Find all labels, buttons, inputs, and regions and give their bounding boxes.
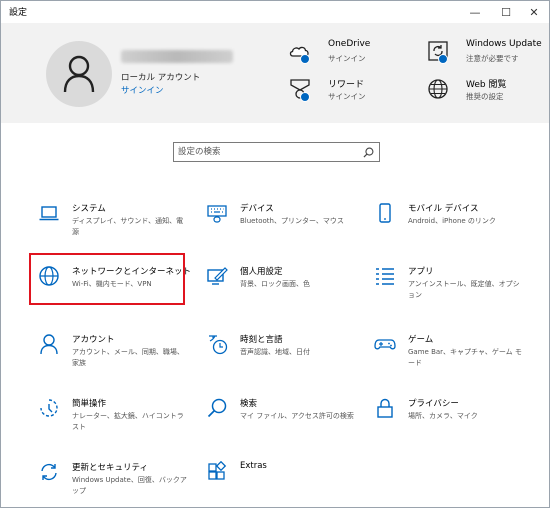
tile-system[interactable]: システム ディスプレイ、サウンド、通知、電源 (30, 196, 190, 242)
tile-mobile-devices[interactable]: モバイル デバイス Android、iPhone のリンク (366, 196, 526, 242)
title-bar: 設定 — ☐ ✕ (1, 1, 549, 23)
onedrive-subtitle: サインイン (328, 54, 366, 63)
web-browsing-item[interactable]: Web 閲覧 推奨の設定 (426, 77, 546, 105)
status-dot (438, 54, 448, 64)
tile-extras[interactable]: Extras (198, 455, 358, 501)
tile-name: デバイス (240, 204, 274, 214)
web-browsing-title: Web 閲覧 (466, 80, 507, 90)
tile-gaming[interactable]: ゲーム Game Bar、キャプチャ、ゲーム モード (366, 327, 526, 373)
extras-icon (208, 461, 227, 480)
tile-time-language[interactable]: 時刻と言語 音声認識、地域、日付 (198, 327, 358, 373)
settings-window: 設定 — ☐ ✕ ローカル アカウント サインイン OneDrive サインイン (0, 0, 550, 508)
tile-description: マイ ファイル、アクセス許可の検索 (240, 412, 354, 420)
windows-update-title: Windows Update (466, 39, 542, 49)
rewards-title: リワード (328, 80, 365, 90)
window-title: 設定 (9, 8, 28, 18)
tile-search[interactable]: 検索 マイ ファイル、アクセス許可の検索 (198, 391, 358, 437)
lock-icon (377, 398, 393, 418)
tile-name: アカウント (72, 335, 115, 345)
tile-devices[interactable]: デバイス Bluetooth、プリンター、マウス (198, 196, 358, 242)
account-type: ローカル アカウント (121, 73, 201, 83)
tile-name: Extras (240, 461, 267, 471)
tile-description: アンインストール、既定値、オプション (408, 280, 520, 299)
tile-name: 時刻と言語 (240, 335, 283, 345)
tile-name: アプリ (408, 267, 434, 277)
tile-description: Windows Update、回復、バックアップ (72, 476, 187, 495)
minimize-button[interactable]: — (460, 1, 490, 23)
tile-description: Bluetooth、プリンター、マウス (240, 217, 344, 225)
person-icon (40, 334, 58, 355)
keyboard-icon (207, 205, 227, 223)
status-dot (300, 54, 310, 64)
search-input[interactable] (178, 145, 358, 159)
tile-name: 検索 (240, 399, 258, 409)
tile-description: 背景、ロック画面、色 (240, 280, 310, 288)
web-browsing-subtitle: 推奨の設定 (466, 92, 504, 101)
tile-name: モバイル デバイス (408, 204, 479, 214)
search-icon (207, 398, 227, 418)
laptop-icon (39, 206, 59, 221)
rewards-subtitle: サインイン (328, 92, 366, 101)
tile-description: ナレーター、拡大鏡、ハイコントラスト (72, 412, 184, 431)
tile-accounts[interactable]: アカウント アカウント、メール、同期、職場、家族 (30, 327, 190, 373)
tile-name: 個人用設定 (240, 267, 283, 277)
person-icon (63, 55, 95, 93)
sign-in-link[interactable]: サインイン (121, 84, 164, 96)
search-icon[interactable] (363, 147, 374, 158)
windows-update-subtitle: 注意が必要です (466, 54, 519, 63)
apps-list-icon (376, 268, 394, 285)
globe-icon (428, 79, 448, 99)
tile-privacy[interactable]: プライバシー 場所、カメラ、マイク (366, 391, 526, 437)
tile-name: 簡単操作 (72, 399, 107, 409)
rewards-item[interactable]: リワード サインイン (288, 77, 418, 105)
tile-ease-of-access[interactable]: 簡単操作 ナレーター、拡大鏡、ハイコントラスト (30, 391, 190, 437)
account-header: ローカル アカウント サインイン OneDrive サインイン Windows … (1, 23, 549, 123)
onedrive-title: OneDrive (328, 39, 371, 49)
tile-description: 音声認識、地域、日付 (240, 348, 310, 356)
tile-apps[interactable]: アプリ アンインストール、既定値、オプション (366, 259, 526, 305)
status-dot (300, 92, 310, 102)
username (121, 50, 233, 63)
tile-personalization[interactable]: 個人用設定 背景、ロック画面、色 (198, 259, 358, 305)
windows-update-item[interactable]: Windows Update 注意が必要です (426, 39, 546, 67)
onedrive-item[interactable]: OneDrive サインイン (288, 39, 418, 67)
highlight-box (29, 253, 185, 305)
tile-description: Android、iPhone のリンク (408, 217, 496, 225)
ease-of-access-icon (40, 399, 58, 417)
gamepad-icon (374, 339, 396, 350)
tile-name: システム (72, 204, 106, 214)
tile-description: 場所、カメラ、マイク (408, 412, 478, 420)
avatar[interactable] (46, 41, 112, 107)
tile-name: 更新とセキュリティ (72, 463, 148, 473)
personalization-icon (207, 267, 228, 285)
tile-name: ゲーム (408, 335, 434, 345)
tile-update-security[interactable]: 更新とセキュリティ Windows Update、回復、バックアップ (30, 455, 190, 501)
settings-search[interactable] (173, 142, 380, 162)
phone-icon (379, 203, 391, 223)
tile-description: アカウント、メール、同期、職場、家族 (72, 348, 184, 367)
maximize-button[interactable]: ☐ (491, 1, 521, 23)
close-button[interactable]: ✕ (519, 1, 549, 23)
tile-description: ディスプレイ、サウンド、通知、電源 (72, 217, 184, 236)
time-language-icon (209, 335, 228, 355)
tile-name: プライバシー (408, 399, 459, 409)
sync-icon (41, 463, 57, 481)
tile-description: Game Bar、キャプチャ、ゲーム モード (408, 348, 522, 367)
